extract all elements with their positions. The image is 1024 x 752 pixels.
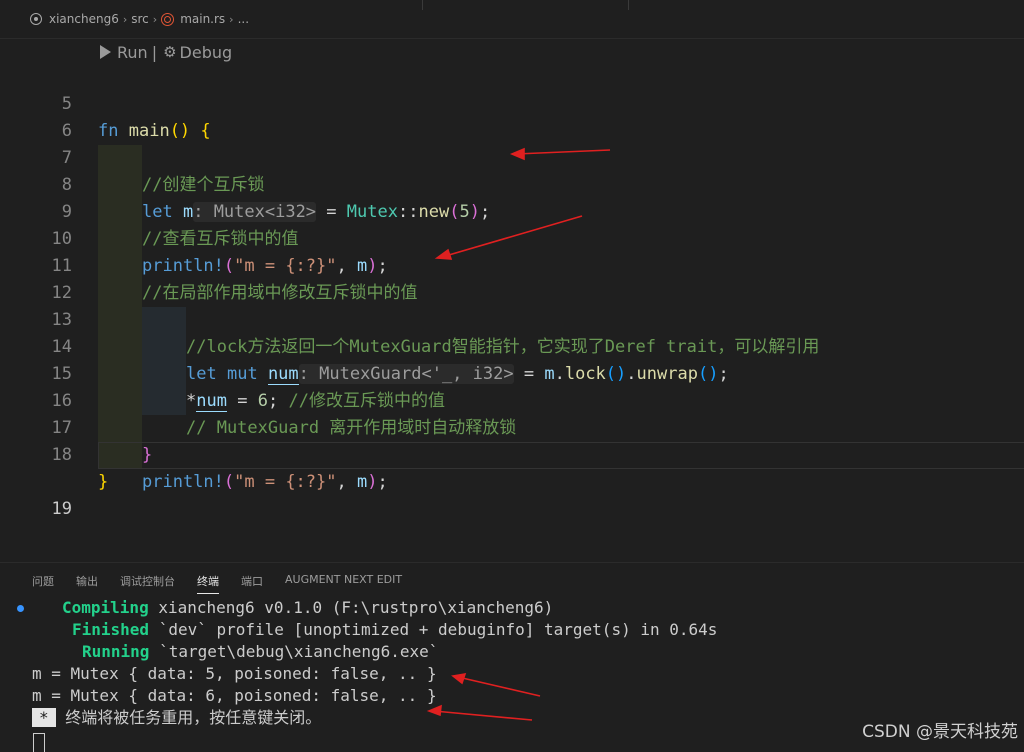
bottom-panel: 问题 输出 调试控制台 终端 端口 AUGMENT NEXT EDIT Comp… [0, 562, 1024, 752]
terminal-line: m = Mutex { data: 6, poisoned: false, ..… [32, 686, 437, 705]
code-line: 6 //创建个互斥锁 [0, 91, 1024, 195]
code-lens: Run | ⚙ Debug [100, 41, 232, 63]
terminal-line: Running `target\debug\xiancheng6.exe` [82, 642, 439, 661]
code-line: 13 let mut num: MutexGuard<'_, i32> = m.… [0, 280, 1024, 385]
tab-divider [628, 0, 629, 10]
gear-icon: ⚙ [163, 43, 177, 61]
play-icon [100, 45, 111, 59]
code-line: 5 fn main() { [0, 64, 1024, 141]
chevron-right-icon: › [229, 12, 234, 26]
code-line: 14 *num = 6; //修改互斥锁中的值 [0, 307, 1024, 412]
tab-terminal[interactable]: 终端 [197, 573, 219, 594]
chevron-right-icon: › [122, 12, 128, 26]
code-line: 15 // MutexGuard 离开作用域时自动释放锁 [0, 334, 1024, 438]
terminal-line: m = Mutex { data: 5, poisoned: false, ..… [32, 664, 437, 683]
terminal-cursor [33, 733, 45, 752]
lens-divider: | [151, 42, 158, 62]
debug-lens[interactable]: Debug [180, 43, 233, 62]
tab-debug-console[interactable]: 调试控制台 [120, 573, 175, 593]
terminal-status-dot [17, 605, 24, 612]
line-number: 19 [51, 499, 72, 519]
code-line: 8 //查看互斥锁中的值 [0, 145, 1024, 249]
breadcrumb-more[interactable]: ... [238, 12, 249, 26]
breadcrumb-project[interactable]: xiancheng6 [49, 12, 119, 26]
terminal-line: Compiling xiancheng6 v0.1.0 (F:\rustpro\… [62, 598, 554, 617]
code-line: 17 println!("m = {:?}", m); [0, 388, 1024, 492]
circle-dot-icon [30, 13, 42, 25]
code-line: 16 } [0, 361, 1024, 465]
breadcrumb-folder[interactable]: src [131, 12, 149, 26]
code-editor[interactable]: 5 fn main() { 6 //创建个互斥锁 7 let m: Mutex<… [0, 64, 1024, 544]
code-line: 7 let m: Mutex<i32> = Mutex::new(5); [0, 118, 1024, 222]
watermark: CSDN @景天科技苑 [862, 722, 1018, 742]
tab-augment-next-edit[interactable]: AUGMENT NEXT EDIT [285, 573, 402, 593]
code-line: 9 println!("m = {:?}", m); [0, 172, 1024, 276]
current-line: 19 [0, 442, 1024, 519]
format-string: "m = {:?}" [234, 472, 337, 492]
code-line: 18 } [0, 415, 1024, 492]
breadcrumb: xiancheng6 › src › main.rs › ... [0, 0, 1024, 39]
run-lens[interactable]: Run [117, 43, 148, 62]
terminal-prompt: * 终端将被任务重用，按任意键关闭。 [32, 707, 321, 729]
terminal-line: Finished `dev` profile [unoptimized + de… [72, 620, 718, 639]
tab-problems[interactable]: 问题 [32, 573, 54, 593]
code-line: 11 { [0, 226, 1024, 330]
panel-tabs: 问题 输出 调试控制台 终端 端口 AUGMENT NEXT EDIT [32, 573, 424, 594]
chevron-right-icon: › [152, 12, 158, 26]
code-line: 12 //lock方法返回一个MutexGuard智能指针，它实现了Deref … [0, 253, 1024, 357]
tab-ports[interactable]: 端口 [241, 573, 263, 593]
tab-divider [422, 0, 423, 10]
rust-icon [161, 12, 175, 26]
code-line: 10 //在局部作用域中修改互斥锁中的值 [0, 199, 1024, 303]
breadcrumb-file[interactable]: main.rs [180, 12, 225, 26]
tab-output[interactable]: 输出 [76, 573, 98, 593]
